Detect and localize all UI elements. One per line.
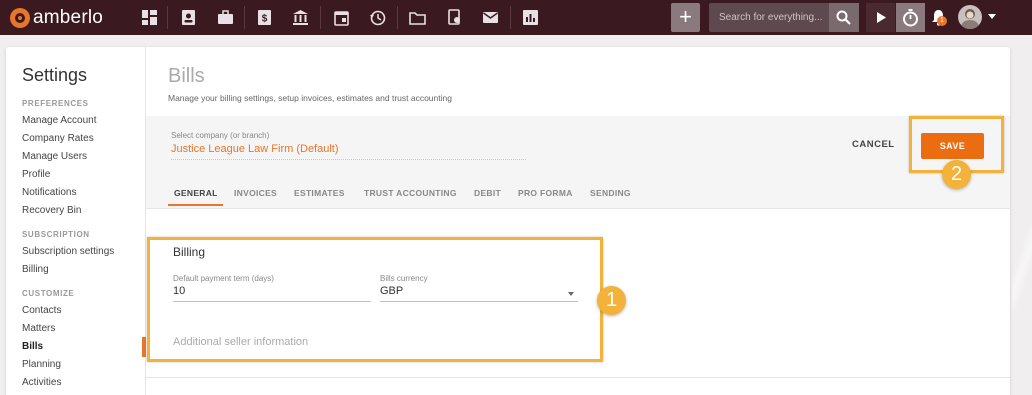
notification-badge: 1 xyxy=(937,16,947,26)
sidebar-item-recovery-bin[interactable]: Recovery Bin xyxy=(22,205,81,216)
search-icon xyxy=(836,10,851,25)
search-input[interactable] xyxy=(709,3,827,32)
sidebar-item-contacts[interactable]: Contacts xyxy=(22,305,61,316)
company-select[interactable]: Justice League Law Firm (Default) xyxy=(171,143,526,160)
calendar-icon[interactable] xyxy=(333,9,350,26)
briefcase-icon[interactable] xyxy=(217,9,234,26)
sidebar-section-subscription: SUBSCRIPTION xyxy=(22,230,90,239)
tab-estimates[interactable]: ESTIMATES xyxy=(294,188,345,198)
sidebar-item-billing[interactable]: Billing xyxy=(22,264,49,275)
background-decoration xyxy=(1012,35,1032,395)
app-name: amberlo xyxy=(33,7,104,28)
callout-step-1: 1 xyxy=(597,286,626,315)
history-icon[interactable] xyxy=(369,9,386,26)
sidebar-title: Settings xyxy=(22,65,88,85)
sidebar-section-customize: CUSTOMIZE xyxy=(22,289,75,298)
tabs-divider xyxy=(146,208,1010,209)
global-search xyxy=(709,3,859,32)
tab-debit[interactable]: DEBIT xyxy=(474,188,501,198)
tab-sending[interactable]: SENDING xyxy=(590,188,631,198)
highlight-billing-section xyxy=(147,237,603,362)
company-select-label: Select company (or branch) xyxy=(171,131,270,140)
folder-icon[interactable] xyxy=(409,9,426,26)
tab-general[interactable]: GENERAL xyxy=(174,188,218,198)
sidebar-item-manage-account[interactable]: Manage Account xyxy=(22,115,97,126)
active-tab-indicator xyxy=(168,204,223,206)
sidebar-section-preferences: PREFERENCES xyxy=(22,99,89,108)
svg-text:$: $ xyxy=(262,14,268,25)
top-navigation-bar: amberlo $ + Search for everything... 1 xyxy=(0,0,1032,35)
search-button[interactable] xyxy=(829,3,859,32)
sidebar-item-profile[interactable]: Profile xyxy=(22,169,50,180)
sidebar-item-bills[interactable]: Bills xyxy=(22,341,43,352)
dashboard-icon[interactable] xyxy=(141,9,158,26)
play-icon xyxy=(877,12,886,23)
sidebar-item-manage-users[interactable]: Manage Users xyxy=(22,151,87,162)
tab-invoices[interactable]: INVOICES xyxy=(234,188,277,198)
sidebar-item-matters[interactable]: Matters xyxy=(22,323,55,334)
tab-pro-forma[interactable]: PRO FORMA xyxy=(518,188,573,198)
cancel-button[interactable]: CANCEL xyxy=(852,139,895,150)
documents-icon[interactable] xyxy=(446,9,463,26)
logo-mark-icon xyxy=(10,8,30,28)
nav-separator xyxy=(320,6,321,29)
quick-add-button[interactable]: + xyxy=(671,3,700,32)
stopwatch-icon xyxy=(903,9,918,27)
app-logo[interactable]: amberlo xyxy=(10,7,103,29)
mail-icon[interactable] xyxy=(482,9,499,26)
section-divider xyxy=(146,377,1010,378)
page-title: Bills xyxy=(168,65,205,87)
nav-separator xyxy=(397,6,398,29)
nav-separator xyxy=(167,6,168,29)
sidebar-item-company-rates[interactable]: Company Rates xyxy=(22,133,94,144)
page-description: Manage your billing settings, setup invo… xyxy=(168,93,452,103)
settings-sidebar: Settings PREFERENCES Manage Account Comp… xyxy=(6,47,146,395)
callout-step-2: 2 xyxy=(942,160,971,189)
sidebar-item-activities[interactable]: Activities xyxy=(22,377,61,388)
sidebar-item-planning[interactable]: Planning xyxy=(22,359,61,370)
sidebar-item-subscription-settings[interactable]: Subscription settings xyxy=(22,246,114,257)
user-avatar[interactable] xyxy=(958,5,982,29)
nav-separator xyxy=(510,6,511,29)
start-timer-button[interactable] xyxy=(866,3,895,32)
reports-icon[interactable] xyxy=(522,9,539,26)
bank-icon[interactable] xyxy=(292,9,309,26)
nav-separator xyxy=(244,6,245,29)
stopwatch-button[interactable] xyxy=(896,3,925,32)
chevron-down-icon[interactable] xyxy=(988,14,996,19)
tab-trust-accounting[interactable]: TRUST ACCOUNTING xyxy=(364,188,457,198)
invoice-icon[interactable]: $ xyxy=(256,9,273,26)
sidebar-item-notifications[interactable]: Notifications xyxy=(22,187,76,198)
contacts-icon[interactable] xyxy=(180,9,197,26)
